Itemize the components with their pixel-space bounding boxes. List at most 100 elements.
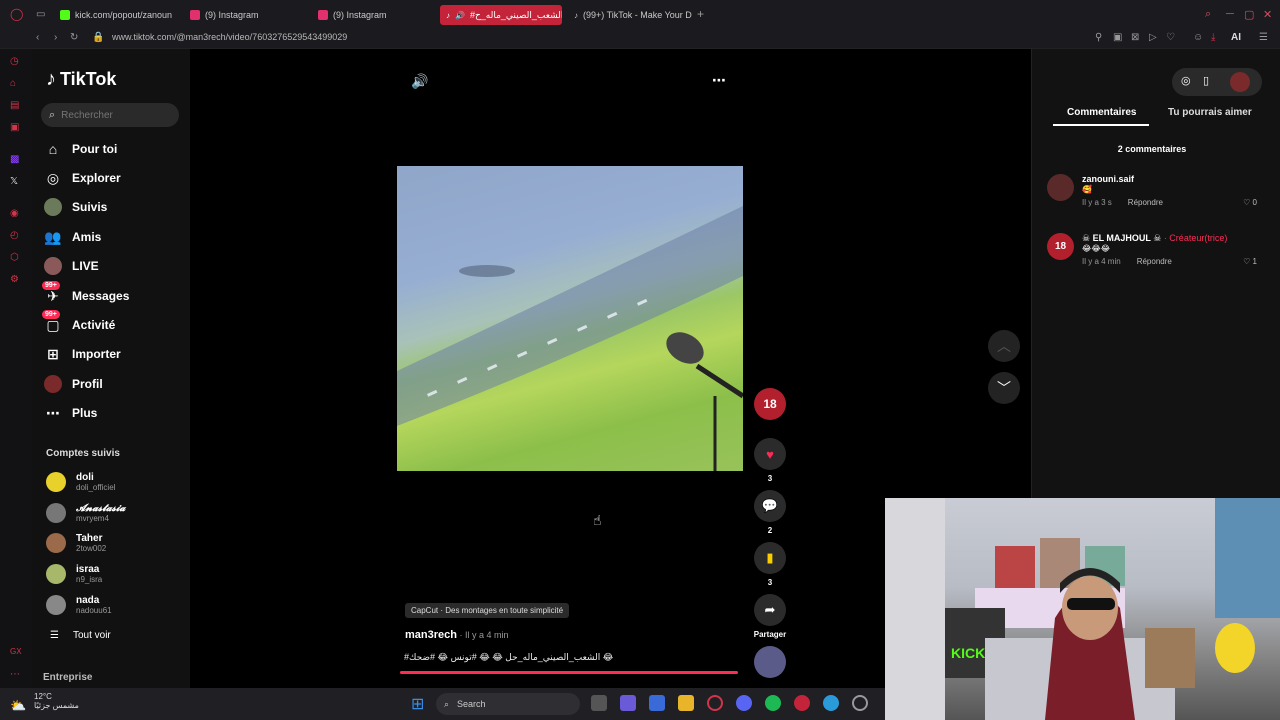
next-video-button[interactable]: ﹀ [988,372,1020,404]
download-icon[interactable]: ⤓ [1211,32,1215,44]
following-item[interactable]: Taher 2tow002 [46,533,106,553]
avatar[interactable] [1047,174,1074,201]
discord-icon[interactable] [736,695,752,711]
file-explorer-icon[interactable] [678,695,694,711]
more-icon[interactable]: ⋯ [10,669,20,680]
creator-avatar[interactable]: 18 [754,388,786,420]
extensions-icon[interactable]: ⬡ [10,252,19,263]
see-all-link[interactable]: ☰ Tout voir [50,630,111,641]
nav-profil[interactable]: Profil [44,373,103,395]
avatar[interactable] [1230,72,1250,92]
obs-icon[interactable] [852,695,868,711]
reply-button[interactable]: Répondre [1128,198,1163,207]
comment-like-button[interactable]: ♡ 1 [1243,257,1257,266]
tab-tiktok-home[interactable]: ♪ (99+) TikTok - Make Your D [568,5,692,25]
comment-like-button[interactable]: ♡ 0 [1243,198,1257,207]
like-button[interactable]: ♥ [754,438,786,470]
close-icon[interactable]: ✕ [1263,8,1272,21]
task-view-icon[interactable] [591,695,607,711]
nav-explorer[interactable]: ◎ Explorer [44,167,121,189]
prev-video-button[interactable]: ︿ [988,330,1020,362]
avatar[interactable]: 18 [1047,233,1074,260]
minimize-icon[interactable]: ─ [1226,8,1234,20]
settings-icon[interactable]: ⚙ [10,274,19,285]
tab-tiktok-video[interactable]: ♪ 🔊 #الشعب_الصيني_ماله_ح [440,5,562,25]
following-item[interactable]: 𝓐𝓷𝓪𝓼𝓽𝓪𝓼𝓲𝓪 mvryem4 [46,503,125,523]
adblock-icon[interactable]: ⊠ [1131,32,1139,44]
speed-dial-icon[interactable]: ◷ [10,56,19,67]
share-button[interactable]: ➦ [754,594,786,626]
reply-button[interactable]: Répondre [1137,257,1172,266]
search-tabs-icon[interactable]: ⌕ [1205,8,1211,21]
ai-button[interactable]: AI [1231,32,1241,44]
pin-icon[interactable]: ⚲ [1095,32,1102,44]
gx-icon[interactable]: GX [10,647,22,656]
nav-suivis[interactable]: Suivis [44,196,107,218]
video-player[interactable] [397,166,743,471]
save-button[interactable]: ▮ [754,542,786,574]
new-tab-button[interactable]: + [697,8,704,20]
weather-widget[interactable]: ⛅ 12°C مشمس جزئيًا [10,692,79,713]
heart-icon[interactable]: ♡ [1166,32,1175,44]
sound-disc[interactable] [754,646,786,678]
maximize-icon[interactable]: ▢ [1244,8,1254,21]
comment-author[interactable]: ☠ EL MAJHOUL ☠ · Créateur(trice) [1082,233,1227,244]
nav-amis[interactable]: 👥 Amis [44,226,101,248]
windows-start-icon[interactable]: ⊞ [411,694,424,714]
explore-icon[interactable]: ◎ [1181,74,1191,87]
spotify-icon[interactable] [765,695,781,711]
tiktok-logo[interactable]: ♪ TikTok [46,68,116,91]
tab-comments[interactable]: Commentaires [1067,107,1136,118]
shopping-icon[interactable]: ⌂ [10,78,16,89]
volume-icon[interactable]: 🔊 [411,73,428,90]
nav-pour-toi[interactable]: ⌂ Pour toi [44,138,118,160]
nav-plus[interactable]: ⋯ Plus [44,402,97,424]
store-icon[interactable] [649,695,665,711]
forward-icon[interactable]: › [54,32,57,44]
instagram-icon[interactable]: ▣ [10,122,19,133]
opera-icon[interactable] [794,695,810,711]
twitch-icon[interactable]: ▩ [10,154,19,165]
comment-author[interactable]: zanouni.saif [1082,174,1134,184]
tab-instagram-2[interactable]: (9) Instagram [312,5,432,25]
capcut-tag[interactable]: CapCut · Des montages en toute simplicit… [405,603,570,618]
following-item[interactable]: nada nadouu61 [46,595,112,615]
snapshot-icon[interactable]: ▣ [1113,32,1122,44]
phone-icon[interactable]: ▯ [1203,74,1209,87]
search-box[interactable]: ⌕ [41,103,179,127]
taskbar-search[interactable]: ⌕ Search [436,693,580,715]
x-icon[interactable]: 𝕏 [10,176,18,187]
copilot-icon[interactable] [620,695,636,711]
progress-bar[interactable] [400,671,738,674]
player-icon[interactable]: ▷ [1149,32,1157,44]
menu-icon[interactable]: ☰ [1259,32,1268,44]
tab-menu-icon[interactable]: ▭ [36,9,45,21]
nav-live[interactable]: LIVE [44,255,99,277]
video-author[interactable]: man3rech · Il y a 4 min [405,629,509,641]
share-label: Partager [753,630,787,639]
opera-gx-icon[interactable] [707,695,723,711]
tab-you-may-like[interactable]: Tu pourrais aimer [1168,107,1252,118]
following-item[interactable]: israa n9_isra [46,564,102,584]
history-icon[interactable]: ◴ [10,230,19,241]
back-icon[interactable]: ‹ [36,32,39,44]
opera-logo-icon[interactable]: ◯ [10,8,23,20]
player-icon[interactable]: ◉ [10,208,19,219]
messenger-icon[interactable]: ▤ [10,100,19,111]
comment-button[interactable]: 💬 [754,490,786,522]
more-options-icon[interactable]: ⋯ [712,72,726,89]
avatar [46,503,66,523]
account-icon[interactable]: ☺ [1193,32,1203,44]
tab-instagram-1[interactable]: (9) Instagram [184,5,304,25]
nav-messages[interactable]: ✈ 99+ Messages [42,281,129,307]
url-field[interactable]: www.tiktok.com/@man3rech/video/760327652… [112,32,347,42]
following-item[interactable]: doli doli_officiel [46,472,115,492]
tab-kick[interactable]: kick.com/popout/zanoun [54,5,172,25]
search-input[interactable] [61,109,162,121]
chrome-icon[interactable] [823,695,839,711]
nav-activite[interactable]: ▢ 99+ Activité [42,310,115,336]
nav-importer[interactable]: ⊞ Importer [44,343,121,365]
footer-entreprise[interactable]: Entreprise [43,672,92,683]
speaker-icon[interactable]: 🔊 [455,11,465,20]
reload-icon[interactable]: ↻ [70,32,78,44]
